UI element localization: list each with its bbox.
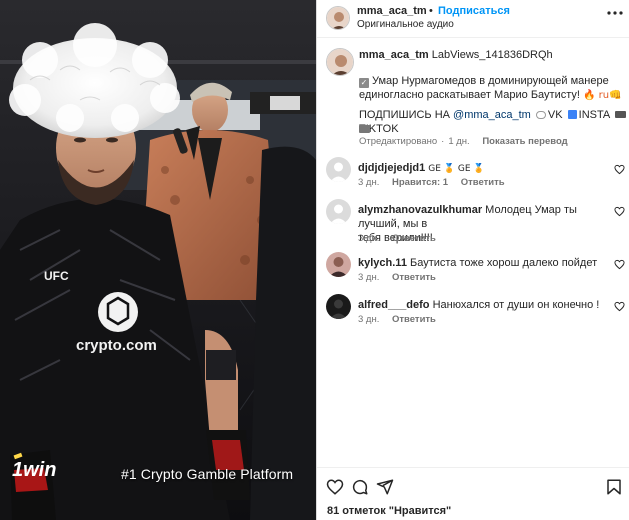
- speech-bubble-icon: [535, 111, 546, 119]
- caption-line-extra: [359, 122, 370, 136]
- header-separator: •: [429, 5, 433, 17]
- comment-avatar[interactable]: [326, 294, 351, 319]
- share-icon[interactable]: [376, 478, 394, 496]
- camera-icon: [614, 111, 626, 118]
- caption-avatar[interactable]: [326, 48, 354, 76]
- post-actions-bar: 81 отметок "Нравится": [317, 467, 629, 520]
- shirt-brand-text: crypto.com: [76, 337, 157, 354]
- author-username[interactable]: mma_aca_tm: [357, 5, 427, 17]
- fire-fist-emoji: 🔥 ru👊: [583, 90, 622, 101]
- more-horizontal-icon[interactable]: [605, 7, 625, 19]
- post-header: mma_aca_tm • Подписаться Оригинальное ау…: [317, 0, 629, 38]
- checkmark-icon: ✓: [359, 78, 369, 88]
- caption-title: LabViews_141836DRQh: [431, 49, 553, 61]
- audio-label[interactable]: Оригинальное аудио: [357, 19, 454, 30]
- comment-time[interactable]: 3 дн.: [358, 177, 379, 188]
- caption-heading: mma_aca_tm LabViews_141836DRQh: [359, 49, 553, 61]
- comment-username[interactable]: alymzhanovazulkhumar: [358, 204, 482, 216]
- comment-reply-button[interactable]: Ответить: [392, 314, 436, 325]
- caption-meta: Отредактировано · 1 дн. Показать перевод: [359, 136, 572, 147]
- comment-body: Баутиста тоже хорош далеко пойдет: [410, 257, 598, 269]
- post-details-panel: mma_aca_tm • Подписаться Оригинальное ау…: [316, 0, 629, 520]
- sponsor-logo-text: 1win: [12, 459, 56, 481]
- comment-time[interactable]: 3 дн.: [358, 233, 379, 244]
- sponsor-logo: 1win: [12, 452, 56, 481]
- post-media[interactable]: crypto.com UFC 1win #1 Crypto Gamble Pla…: [0, 0, 316, 520]
- comment-meta: 3 дн. Ответить: [358, 314, 446, 325]
- comment-icon[interactable]: [351, 478, 369, 496]
- caption-text-1: Умар Нурмагомедов в доминирующей манере: [372, 75, 609, 87]
- comment-like-heart-icon[interactable]: [614, 206, 625, 217]
- comment-username[interactable]: alfred___defo: [358, 299, 430, 311]
- subscribe-insta: INSTA: [578, 109, 610, 121]
- comment-body: Нанюхался от души он конечно !: [432, 299, 600, 311]
- bookmark-icon[interactable]: [605, 478, 623, 496]
- comment-text: djdjdjejedjd1 GE 🏅 GE 🏅: [358, 161, 603, 176]
- follow-button[interactable]: Подписаться: [438, 5, 510, 17]
- sponsor-tagline: #1 Crypto Gamble Platform: [121, 466, 294, 482]
- comment-text: kylych.11 Баутиста тоже хорош далеко пой…: [358, 256, 603, 270]
- film-icon: [359, 125, 370, 133]
- edited-label: Отредактировано: [359, 136, 438, 147]
- caption-line-2: единогласно раскатывает Марио Баутисту! …: [359, 88, 622, 103]
- likes-count[interactable]: 81 отметок "Нравится": [327, 505, 451, 517]
- caption-text-2: единогласно раскатывает Марио Баутисту!: [359, 89, 580, 101]
- comment-meta: 3 дн. Ответить: [358, 272, 446, 283]
- comment-avatar[interactable]: [326, 252, 351, 277]
- comment-username[interactable]: kylych.11: [358, 257, 407, 269]
- comment-username[interactable]: djdjdjejedjd1: [358, 162, 425, 174]
- comment-reply-button[interactable]: Ответить: [392, 233, 436, 244]
- caption-line-1: ✓ Умар Нурмагомедов в доминирующей манере: [359, 74, 609, 88]
- comment-time[interactable]: 3 дн.: [358, 314, 379, 325]
- comment-reply-button[interactable]: Ответить: [461, 177, 505, 188]
- video-frame: crypto.com UFC 1win: [0, 0, 316, 520]
- author-avatar[interactable]: [326, 6, 350, 30]
- comment-likes[interactable]: Нравится: 1: [392, 177, 448, 188]
- comment-avatar[interactable]: [326, 157, 351, 182]
- caption-subscribe-line: ПОДПИШИСЬ НА @mma_aca_tm VK INSTA TIKTOK: [359, 108, 629, 136]
- comment-meta: 3 дн. Ответить: [358, 233, 446, 244]
- comment-avatar[interactable]: [326, 199, 351, 224]
- comment-time[interactable]: 3 дн.: [358, 272, 379, 283]
- comment-body: GE 🏅 GE 🏅: [428, 164, 485, 174]
- show-translation-link[interactable]: Показать перевод: [482, 136, 567, 147]
- comment-reply-button[interactable]: Ответить: [392, 272, 436, 283]
- comment-text: alfred___defo Нанюхался от души он конеч…: [358, 298, 603, 312]
- comment-like-heart-icon[interactable]: [614, 164, 625, 175]
- shirt-ufc-logo: UFC: [44, 269, 69, 283]
- comment-meta: 3 дн. Нравится: 1 Ответить: [358, 177, 515, 188]
- comment-like-heart-icon[interactable]: [614, 259, 625, 270]
- heart-icon[interactable]: [326, 478, 344, 496]
- blue-square-icon: [567, 110, 577, 119]
- comment-like-heart-icon[interactable]: [614, 301, 625, 312]
- meta-dot: ·: [441, 136, 445, 147]
- caption-time[interactable]: 1 дн.: [448, 136, 469, 147]
- subscribe-vk: VK: [547, 109, 563, 121]
- subscribe-prefix: ПОДПИШИСЬ НА: [359, 109, 454, 121]
- subscribe-handle-link[interactable]: @mma_aca_tm: [453, 109, 531, 121]
- caption-username[interactable]: mma_aca_tm: [359, 49, 429, 61]
